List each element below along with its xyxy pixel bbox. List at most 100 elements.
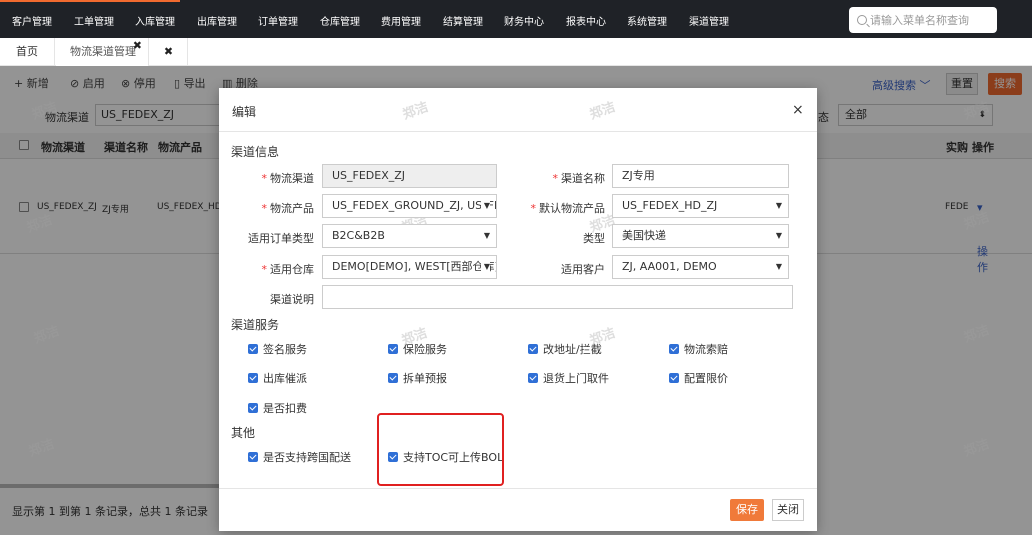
checkbox-label: 退货上门取件 <box>543 372 609 385</box>
section-title-channel-service: 渠道服务 <box>231 318 280 332</box>
nav-item-report[interactable]: 报表中心 <box>566 13 606 28</box>
label-warehouse-text: 适用仓库 <box>270 263 314 276</box>
label-channel: * 物流渠道 <box>239 170 315 186</box>
type-select[interactable]: 美国快递 ▼ <box>612 224 789 248</box>
warehouse-select[interactable]: DEMO[DEMO], WEST[西部仓库] ▼ <box>322 255 497 279</box>
menu-search-placeholder: 请输入菜单名称查询 <box>870 14 969 27</box>
caret-down-icon: ▼ <box>772 256 782 278</box>
nav-item-system[interactable]: 系统管理 <box>627 13 667 28</box>
checkbox-checked-icon <box>528 373 538 383</box>
description-input[interactable] <box>322 285 793 309</box>
checkbox-checked-icon <box>388 373 398 383</box>
dialog-footer: 保存 关闭 <box>219 488 817 531</box>
product-select-value: US_FEDEX_GROUND_ZJ, US_FED <box>332 199 497 212</box>
nav-item-inbound[interactable]: 入库管理 <box>135 13 175 28</box>
checkbox-label: 拆单预报 <box>403 372 447 385</box>
caret-down-icon: ▼ <box>480 256 490 278</box>
nav-item-order[interactable]: 订单管理 <box>258 13 298 28</box>
close-all-tabs-button[interactable]: ✖ <box>150 38 188 66</box>
checkbox-label: 配置限价 <box>684 372 728 385</box>
nav-item-finance[interactable]: 财务中心 <box>504 13 544 28</box>
close-button[interactable]: 关闭 <box>772 499 804 521</box>
nav-item-workorder[interactable]: 工单管理 <box>74 13 114 28</box>
label-order-type: 适用订单类型 <box>248 232 314 245</box>
nav-item-channel[interactable]: 渠道管理 <box>689 13 729 28</box>
tab-close-icon[interactable]: ✖ <box>133 32 142 60</box>
checkbox-cross-border[interactable]: 是否支持跨国配送 <box>248 449 351 465</box>
checkbox-checked-icon <box>248 403 258 413</box>
label-product: * 物流产品 <box>239 200 315 216</box>
nav-item-settlement[interactable]: 结算管理 <box>443 13 483 28</box>
checkbox-address-change[interactable]: 改地址/拦截 <box>528 341 602 357</box>
edit-channel-dialog: 编辑 × 郑洁 郑洁 郑洁 郑洁 郑洁 郑洁 渠道信息 *物流渠道 US_FED… <box>219 88 817 531</box>
checkbox-checked-icon <box>248 452 258 462</box>
highlight-box <box>377 413 504 486</box>
required-mark: * <box>552 172 559 185</box>
checkbox-checked-icon <box>248 373 258 383</box>
type-value: 美国快递 <box>622 229 666 242</box>
required-mark: * <box>261 172 268 185</box>
checkbox-signature[interactable]: 签名服务 <box>248 341 307 357</box>
nav-item-outbound[interactable]: 出库管理 <box>197 13 237 28</box>
save-button[interactable]: 保存 <box>730 499 764 521</box>
dialog-title: 编辑 <box>232 105 257 119</box>
checkbox-deduct-fee[interactable]: 是否扣费 <box>248 400 307 416</box>
checkbox-label: 保险服务 <box>403 343 447 356</box>
label-default-product: * 默认物流产品 <box>524 200 606 216</box>
checkbox-checked-icon <box>388 344 398 354</box>
default-product-value: US_FEDEX_HD_ZJ <box>622 199 718 212</box>
checkbox-split-forecast[interactable]: 拆单预报 <box>388 370 447 386</box>
caret-down-icon: ▼ <box>480 225 490 247</box>
order-type-select[interactable]: B2C&B2B ▼ <box>322 224 497 248</box>
checkbox-label: 签名服务 <box>263 343 307 356</box>
checkbox-label: 出库催派 <box>263 372 307 385</box>
customer-select[interactable]: ZJ, AA001, DEMO ▼ <box>612 255 789 279</box>
search-icon <box>857 15 867 25</box>
caret-down-icon: ▼ <box>772 195 782 217</box>
dialog-header: 编辑 × <box>219 88 817 132</box>
label-warehouse: * 适用仓库 <box>239 261 315 277</box>
tab-channel-management-label: 物流渠道管理 <box>70 45 136 58</box>
channel-name-field[interactable]: ZJ专用 <box>612 164 789 188</box>
tab-channel-management[interactable]: 物流渠道管理 ✖ <box>56 38 149 66</box>
warehouse-value: DEMO[DEMO], WEST[西部仓库] <box>332 260 497 273</box>
label-default-product-text: 默认物流产品 <box>539 202 605 215</box>
caret-down-icon: ▼ <box>772 225 782 247</box>
default-product-select[interactable]: US_FEDEX_HD_ZJ ▼ <box>612 194 789 218</box>
channel-field: US_FEDEX_ZJ <box>322 164 497 188</box>
required-mark: * <box>530 202 537 215</box>
label-channel-text: 物流渠道 <box>270 172 314 185</box>
nav-item-warehouse[interactable]: 仓库管理 <box>320 13 360 28</box>
caret-down-icon: ▼ <box>480 195 490 217</box>
checkbox-return-pickup[interactable]: 退货上门取件 <box>528 370 609 386</box>
label-description: 渠道说明 <box>270 293 314 306</box>
menu-search-input[interactable]: 请输入菜单名称查询 <box>849 7 997 33</box>
nav-item-customer[interactable]: 客户管理 <box>12 13 52 28</box>
required-mark: * <box>261 263 268 276</box>
checkbox-price-limit[interactable]: 配置限价 <box>669 370 728 386</box>
checkbox-claim[interactable]: 物流索赔 <box>669 341 728 357</box>
top-nav: 客户管理 工单管理 入库管理 出库管理 订单管理 仓库管理 费用管理 结算管理 … <box>0 0 1032 38</box>
checkbox-urge-delivery[interactable]: 出库催派 <box>248 370 307 386</box>
checkbox-insurance[interactable]: 保险服务 <box>388 341 447 357</box>
checkbox-label: 物流索赔 <box>684 343 728 356</box>
nav-accent-bar <box>0 0 180 2</box>
label-channel-name-text: 渠道名称 <box>561 172 605 185</box>
checkbox-label: 改地址/拦截 <box>543 343 602 356</box>
customer-value: ZJ, AA001, DEMO <box>622 260 717 273</box>
checkbox-checked-icon <box>248 344 258 354</box>
tab-home[interactable]: 首页 <box>0 38 55 66</box>
product-select[interactable]: US_FEDEX_GROUND_ZJ, US_FED ▼ <box>322 194 497 218</box>
section-title-channel-info: 渠道信息 <box>231 145 280 159</box>
tab-bar: 首页 物流渠道管理 ✖ ✖ <box>0 38 1032 66</box>
checkbox-label: 是否扣费 <box>263 402 307 415</box>
checkbox-checked-icon <box>669 344 679 354</box>
checkbox-label: 是否支持跨国配送 <box>263 451 351 464</box>
label-customer: 适用客户 <box>561 263 605 276</box>
nav-item-fee[interactable]: 费用管理 <box>381 13 421 28</box>
close-icon[interactable]: × <box>792 102 804 118</box>
section-title-other: 其他 <box>231 426 256 440</box>
required-mark: * <box>261 202 268 215</box>
order-type-value: B2C&B2B <box>332 229 385 242</box>
label-product-text: 物流产品 <box>270 202 314 215</box>
